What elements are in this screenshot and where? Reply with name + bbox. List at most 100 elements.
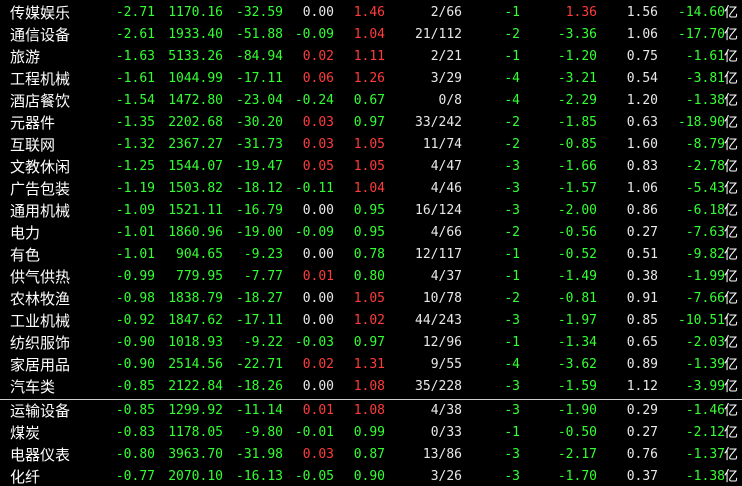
sector-row[interactable]: 文教休闲 -1.25 1544.07 -19.47 0.05 1.05 4/47 -3 -1.6… — [0, 156, 742, 178]
change-pct-cell: -1.54 — [115, 93, 155, 108]
sector-row[interactable]: 汽车类 -0.85 2122.84 -18.26 0.00 1.08 35/228 -3 -1.… — [0, 376, 742, 398]
consecutive-days-cell: -3 — [504, 469, 520, 484]
unit-label: 亿 — [724, 247, 738, 263]
sector-name[interactable]: 旅游 — [10, 46, 40, 68]
net-flow-cell: -10.51 — [678, 313, 725, 328]
sector-row[interactable]: 电器仪表 -0.80 3963.70 -31.98 0.03 0.87 13/86 -3 -2.… — [0, 444, 742, 466]
sector-name[interactable]: 煤炭 — [10, 422, 40, 444]
change-value-cell: -18.26 — [236, 379, 283, 394]
sector-name[interactable]: 化纤 — [10, 466, 40, 486]
consecutive-days-cell: -3 — [504, 203, 520, 218]
unit-label: 亿 — [724, 115, 738, 131]
net-flow-cell: -2.03 — [685, 335, 725, 350]
sector-name[interactable]: 电器仪表 — [10, 444, 70, 466]
turnover-rate-cell: 0.27 — [626, 225, 658, 240]
speed-cell: 0.03 — [302, 447, 334, 462]
unit-label: 亿 — [724, 291, 738, 307]
sector-name[interactable]: 供气供热 — [10, 266, 70, 288]
sector-row[interactable]: 元器件 -1.35 2202.68 -30.20 0.03 0.97 33/242 -2 -1.… — [0, 112, 742, 134]
period-change-cell: -3.36 — [557, 27, 597, 42]
volume-ratio-cell: 0.90 — [353, 469, 385, 484]
consecutive-days-cell: -1 — [504, 49, 520, 64]
consecutive-days-cell: -4 — [504, 71, 520, 86]
group-separator — [0, 399, 742, 400]
sector-row[interactable]: 有色 -1.01 904.65 -9.23 0.00 0.78 12/117 -1 -0.52 0… — [0, 244, 742, 266]
volume-ratio-cell: 1.46 — [353, 5, 385, 20]
net-flow-cell: -2.78 — [685, 159, 725, 174]
index-price-cell: 1170.16 — [168, 5, 223, 20]
unit-label: 亿 — [724, 469, 738, 485]
sector-name[interactable]: 工程机械 — [10, 68, 70, 90]
sector-row[interactable]: 酒店餐饮 -1.54 1472.80 -23.04 -0.24 0.67 0/8 -4 -2.2… — [0, 90, 742, 112]
sector-row[interactable]: 通用机械 -1.09 1521.11 -16.79 0.00 0.95 16/124 -3 -2… — [0, 200, 742, 222]
change-pct-cell: -0.85 — [115, 379, 155, 394]
net-flow-cell: -3.81 — [685, 71, 725, 86]
speed-cell: 0.01 — [302, 269, 334, 284]
consecutive-days-cell: -2 — [504, 27, 520, 42]
sector-name[interactable]: 通用机械 — [10, 200, 70, 222]
period-change-cell: -3.62 — [557, 357, 597, 372]
index-price-cell: 1472.80 — [168, 93, 223, 108]
consecutive-days-cell: -1 — [504, 269, 520, 284]
change-pct-cell: -0.83 — [115, 425, 155, 440]
sector-name[interactable]: 传媒娱乐 — [10, 2, 70, 24]
sector-row[interactable]: 供气供热 -0.99 779.95 -7.77 0.01 0.80 4/37 -1 -1.49 0… — [0, 266, 742, 288]
sector-row[interactable]: 互联网 -1.32 2367.27 -31.73 0.03 1.05 11/74 -2 -0.8… — [0, 134, 742, 156]
change-pct-cell: -1.01 — [115, 247, 155, 262]
sector-name[interactable]: 元器件 — [10, 112, 55, 134]
index-price-cell: 1860.96 — [168, 225, 223, 240]
change-value-cell: -16.13 — [236, 469, 283, 484]
sector-row[interactable]: 运输设备 -0.85 1299.92 -11.14 0.01 1.08 4/38 -3 -1.9… — [0, 400, 742, 422]
sector-name[interactable]: 有色 — [10, 244, 40, 266]
speed-cell: 0.00 — [302, 5, 334, 20]
sector-row[interactable]: 化纤 -0.77 2070.10 -16.13 -0.05 0.90 3/26 -3 -1.70… — [0, 466, 742, 486]
sector-row[interactable]: 工业机械 -0.92 1847.62 -17.11 0.00 1.02 44/243 -3 -1… — [0, 310, 742, 332]
speed-cell: -0.03 — [294, 335, 334, 350]
change-value-cell: -9.22 — [243, 335, 283, 350]
sector-name[interactable]: 广告包装 — [10, 178, 70, 200]
sector-row[interactable]: 纺织服饰 -0.90 1018.93 -9.22 -0.03 0.97 12/96 -1 -1.… — [0, 332, 742, 354]
speed-cell: -0.01 — [294, 425, 334, 440]
change-pct-cell: -0.80 — [115, 447, 155, 462]
sector-row[interactable]: 传媒娱乐 -2.71 1170.16 -32.59 0.00 1.46 2/66 -1 1.36… — [0, 2, 742, 24]
period-change-cell: -1.97 — [557, 313, 597, 328]
turnover-rate-cell: 0.29 — [626, 403, 658, 418]
net-flow-cell: -5.43 — [685, 181, 725, 196]
period-change-cell: -0.50 — [557, 425, 597, 440]
turnover-rate-cell: 0.37 — [626, 469, 658, 484]
sector-name[interactable]: 电力 — [10, 222, 40, 244]
consecutive-days-cell: -1 — [504, 335, 520, 350]
sector-name[interactable]: 汽车类 — [10, 376, 55, 398]
sector-name[interactable]: 互联网 — [10, 134, 55, 156]
sector-row[interactable]: 电力 -1.01 1860.96 -19.00 -0.09 0.95 4/66 -2 -0.56… — [0, 222, 742, 244]
sector-row[interactable]: 工程机械 -1.61 1044.99 -17.11 0.06 1.26 3/29 -4 -3.2… — [0, 68, 742, 90]
unit-label: 亿 — [724, 357, 738, 373]
sector-name[interactable]: 运输设备 — [10, 400, 70, 422]
sector-name[interactable]: 文教休闲 — [10, 156, 70, 178]
change-pct-cell: -1.19 — [115, 181, 155, 196]
sector-name[interactable]: 农林牧渔 — [10, 288, 70, 310]
speed-cell: -0.24 — [294, 93, 334, 108]
sector-name[interactable]: 酒店餐饮 — [10, 90, 70, 112]
rise-count-cell: 12/117 — [415, 247, 462, 262]
sector-name[interactable]: 通信设备 — [10, 24, 70, 46]
change-value-cell: -84.94 — [236, 49, 283, 64]
rise-count-cell: 35/228 — [415, 379, 462, 394]
sector-row[interactable]: 农林牧渔 -0.98 1838.79 -18.27 0.00 1.05 10/78 -2 -0.… — [0, 288, 742, 310]
period-change-cell: 1.36 — [565, 5, 597, 20]
consecutive-days-cell: -2 — [504, 291, 520, 306]
turnover-rate-cell: 0.83 — [626, 159, 658, 174]
change-value-cell: -17.11 — [236, 313, 283, 328]
sector-name[interactable]: 家居用品 — [10, 354, 70, 376]
sector-row[interactable]: 旅游 -1.63 5133.26 -84.94 0.02 1.11 2/21 -1 -1.20 0… — [0, 46, 742, 68]
net-flow-cell: -1.38 — [685, 469, 725, 484]
change-value-cell: -18.27 — [236, 291, 283, 306]
sector-name[interactable]: 工业机械 — [10, 310, 70, 332]
sector-row[interactable]: 广告包装 -1.19 1503.82 -18.12 -0.11 1.04 4/46 -3 -1.… — [0, 178, 742, 200]
rise-count-cell: 4/37 — [430, 269, 462, 284]
sector-row[interactable]: 煤炭 -0.83 1178.05 -9.80 -0.01 0.99 0/33 -1 -0.50 0… — [0, 422, 742, 444]
sector-row[interactable]: 通信设备 -2.61 1933.40 -51.88 -0.09 1.04 21/112 -2 -… — [0, 24, 742, 46]
sector-name[interactable]: 纺织服饰 — [10, 332, 70, 354]
change-value-cell: -11.14 — [236, 403, 283, 418]
sector-row[interactable]: 家居用品 -0.90 2514.56 -22.71 0.02 1.31 9/55 -4 -3.6… — [0, 354, 742, 376]
